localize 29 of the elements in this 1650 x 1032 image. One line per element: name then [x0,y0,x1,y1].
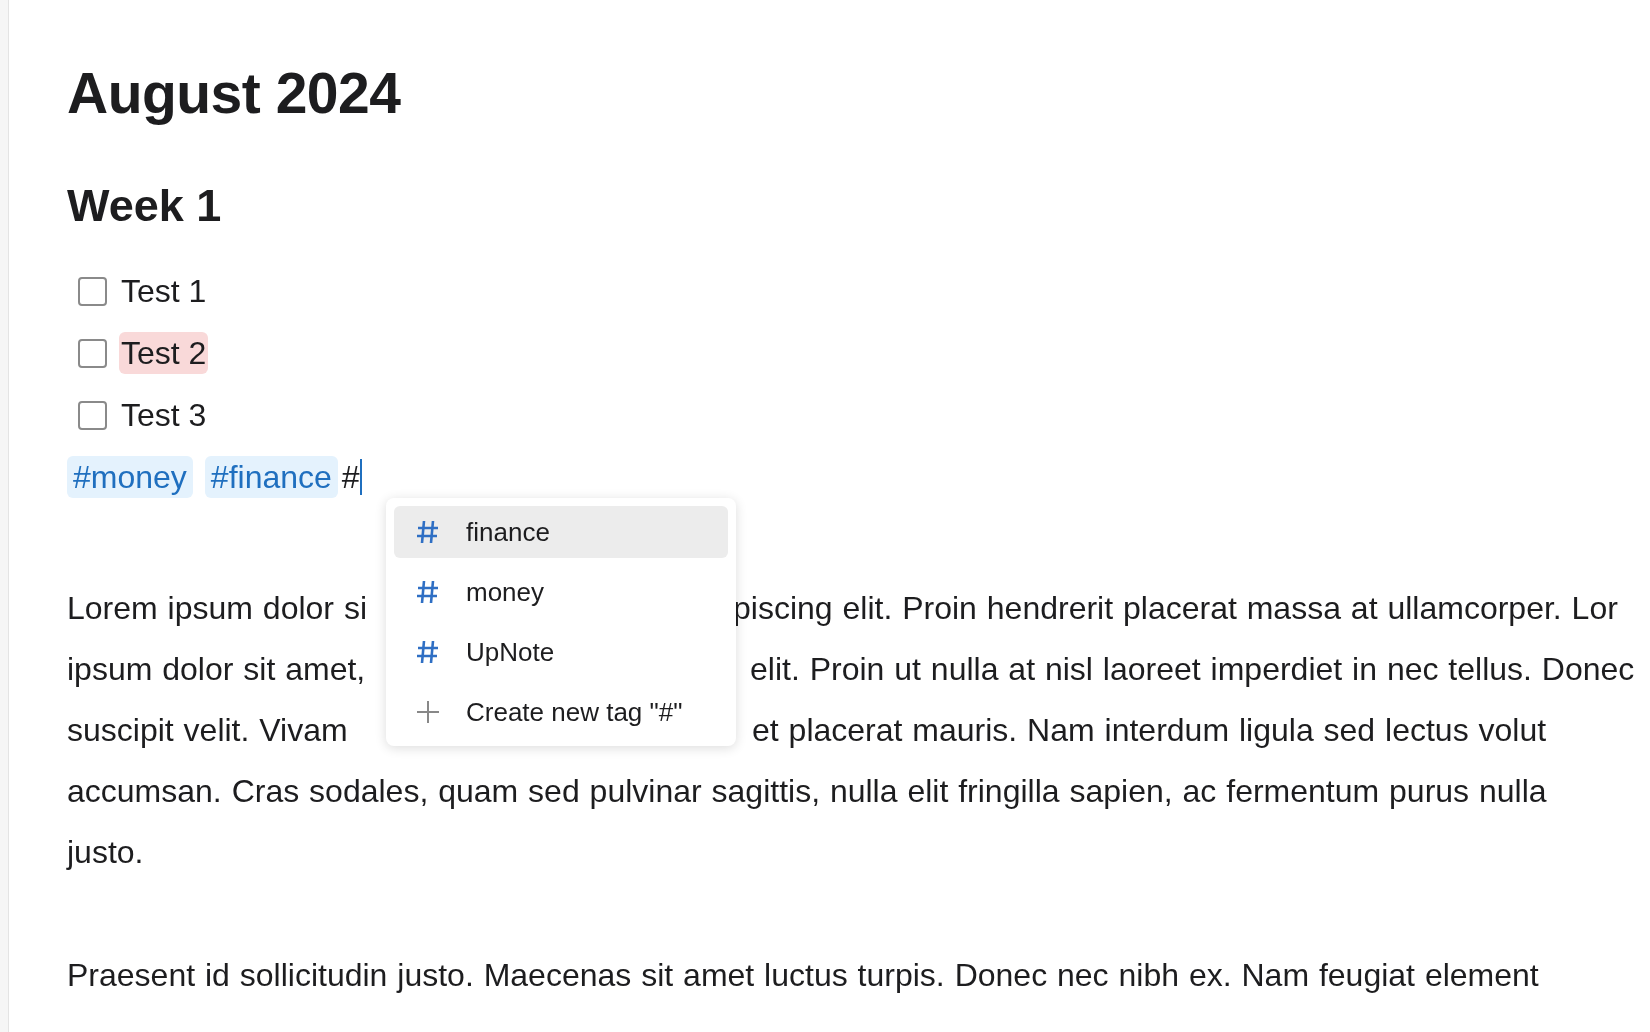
task-label: Test 2 [119,332,209,374]
paragraph-text: ipsum dolor sit amet, [67,651,366,688]
menu-item[interactable]: finance [394,506,728,558]
hash-icon [416,579,440,605]
menu-item[interactable]: UpNote [394,626,728,678]
paragraph-text: elit. Proin ut nulla at nisl laoreet imperdiet in nec tellus. Donec [750,651,1635,688]
paragraph-text: justo. [67,834,144,871]
page-title: August 2024 [67,60,402,127]
paragraph-text: Praesent id sollicitudin justo. Maecenas sit amet luctus turpis. Donec nec nibh ex. Nam feugiat element [67,957,1539,994]
paragraph-text: et placerat mauris. Nam interdum ligula sed lectus volut [752,712,1547,749]
paragraph-text: Lorem ipsum dolor si [67,590,367,627]
paragraph-text: piscing elit. Proin hendrerit placerat massa at ullamcorper. Lor [733,590,1618,627]
task-label: Test 3 [120,396,208,435]
checkbox[interactable] [78,338,107,368]
checkbox[interactable] [78,276,107,306]
text-caret [359,459,362,495]
tag-link[interactable]: #finance [204,456,338,498]
menu-item[interactable]: money [394,566,728,618]
typed-text: # [341,458,360,497]
tag-link[interactable]: #money [67,456,193,498]
paragraph-text: accumsan. Cras sodales, quam sed pulvinar sagittis, nulla elit fringilla sapien, ac fermentum purus nulla [67,773,1547,810]
task-label: Test 1 [120,272,208,311]
hash-icon [416,519,440,545]
menu-item[interactable]: Create new tag "#" [394,686,728,738]
paragraph-text: suscipit velit. Vivam [67,712,348,749]
plus-icon [416,700,440,724]
checkbox[interactable] [78,400,107,430]
section-heading: Week 1 [67,179,223,233]
hash-icon [416,639,440,665]
